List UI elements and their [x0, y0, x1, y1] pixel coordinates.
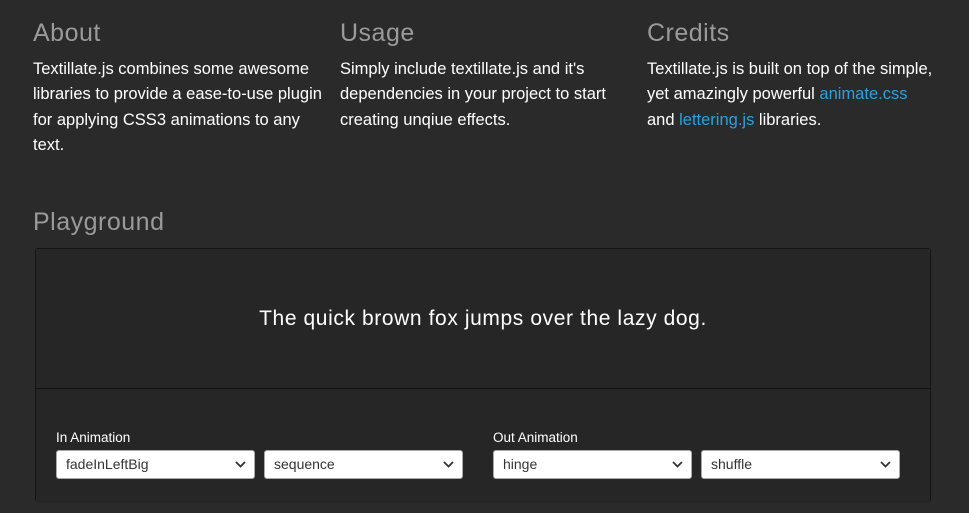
in-animation-label: In Animation: [56, 430, 131, 445]
credits-section: Credits Textillate.js is built on top of…: [647, 18, 937, 133]
usage-heading: Usage: [340, 19, 415, 47]
in-animation-selects: fadeInLeftBig sequence: [56, 450, 463, 479]
playground-viewport: The quick brown fox jumps over the lazy …: [36, 249, 930, 389]
lettering-js-link[interactable]: lettering.js: [679, 111, 754, 129]
out-animation-label: Out Animation: [493, 430, 578, 445]
credits-heading: Credits: [647, 19, 730, 47]
chevron-down-icon: [235, 451, 246, 478]
credits-text: Textillate.js is built on top of the sim…: [647, 57, 937, 133]
chevron-down-icon: [672, 451, 683, 478]
usage-text: Simply include textillate.js and it's de…: [340, 60, 606, 129]
out-effect-value: hinge: [503, 456, 538, 472]
in-type-value: sequence: [274, 456, 335, 472]
playground-controls: In Animation fadeInLeftBig sequence Out …: [36, 389, 930, 503]
usage-section: Usage Simply include textillate.js and i…: [340, 18, 630, 133]
page: About Textillate.js combines some awesom…: [0, 0, 969, 513]
out-type-value: shuffle: [711, 456, 752, 472]
out-effect-select[interactable]: hinge: [493, 450, 692, 479]
in-effect-select[interactable]: fadeInLeftBig: [56, 450, 255, 479]
credits-and: and: [647, 110, 675, 129]
sample-text: The quick brown fox jumps over the lazy …: [259, 306, 707, 330]
about-heading: About: [33, 19, 101, 47]
animate-css-link[interactable]: animate.css: [819, 85, 907, 103]
chevron-down-icon: [443, 451, 454, 478]
chevron-down-icon: [880, 451, 891, 478]
in-effect-value: fadeInLeftBig: [66, 456, 149, 472]
in-animation-group: In Animation fadeInLeftBig sequence: [56, 430, 463, 479]
out-animation-selects: hinge shuffle: [493, 450, 900, 479]
about-section: About Textillate.js combines some awesom…: [33, 18, 323, 158]
about-text: Textillate.js combines some awesome libr…: [33, 60, 322, 154]
out-animation-group: Out Animation hinge shuffle: [493, 430, 900, 479]
playground-panel: The quick brown fox jumps over the lazy …: [35, 248, 931, 503]
credits-text-after: libraries.: [758, 110, 822, 129]
playground-heading: Playground: [33, 208, 165, 236]
in-type-select[interactable]: sequence: [264, 450, 463, 479]
out-type-select[interactable]: shuffle: [701, 450, 900, 479]
